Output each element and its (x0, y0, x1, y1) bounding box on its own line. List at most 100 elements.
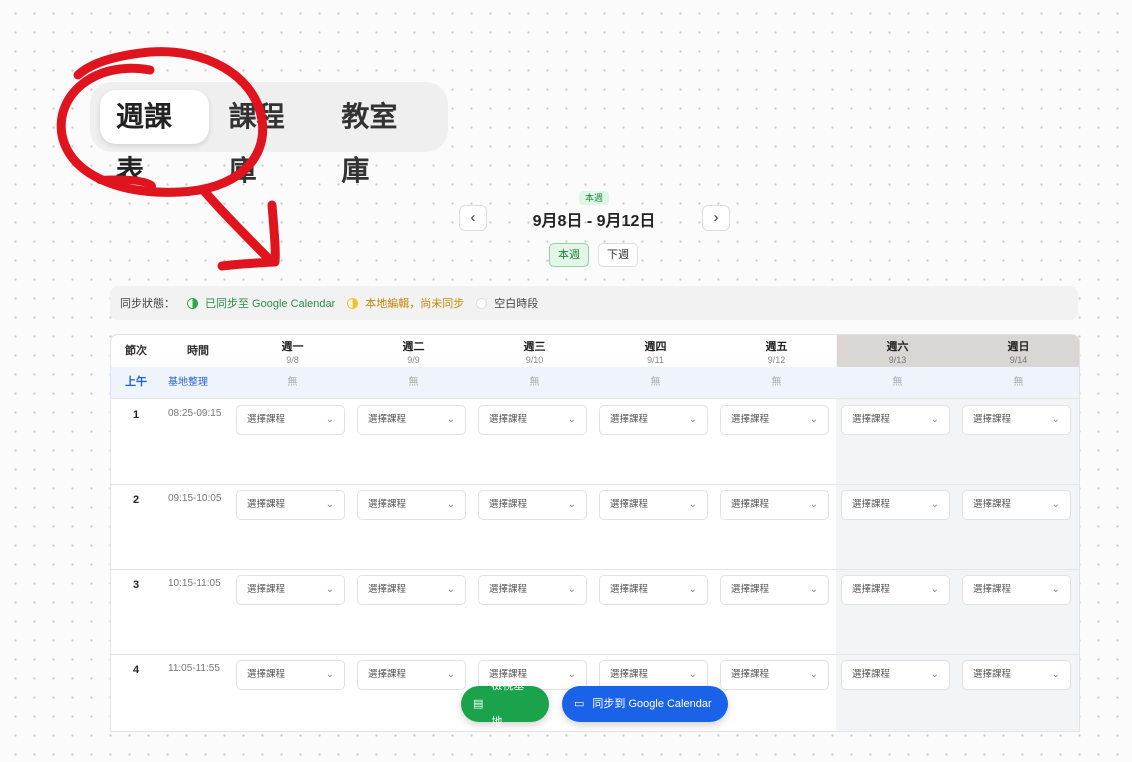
course-select-placeholder: 選擇課程 (489, 584, 528, 595)
current-week-badge: 本週 (579, 191, 609, 205)
course-select-placeholder: 選擇課程 (852, 669, 891, 680)
course-select[interactable]: 選擇課程 ⌄ (357, 490, 466, 520)
course-select[interactable]: 選擇課程 ⌄ (478, 490, 587, 520)
tab-weekly-schedule[interactable]: 週課表 (100, 90, 209, 186)
day-header: 週六 9/13 (837, 335, 958, 367)
morning-activity: 基地整理 (168, 377, 208, 388)
course-select-placeholder: 選擇課程 (610, 669, 649, 680)
time-column-header: 時間 (187, 345, 209, 357)
course-select[interactable]: 選擇課程 ⌄ (236, 490, 345, 520)
course-select-placeholder: 選擇課程 (610, 584, 649, 595)
chevron-down-icon: ⌄ (325, 584, 334, 595)
chevron-down-icon: ⌄ (325, 499, 334, 510)
course-select[interactable]: 選擇課程 ⌄ (236, 405, 345, 435)
sync-status-legend: 同步狀態： 已同步至 Google Calendar 本地編輯，尚未同步 空白時… (110, 286, 1078, 320)
chevron-down-icon: ⌄ (1051, 669, 1060, 680)
legend-synced-label: 已同步至 Google Calendar (205, 298, 336, 310)
course-select[interactable]: 選擇課程 ⌄ (357, 660, 466, 690)
course-select[interactable]: 選擇課程 ⌄ (841, 660, 950, 690)
tab-classroom-library[interactable]: 教室庫 (325, 90, 434, 186)
course-select[interactable]: 選擇課程 ⌄ (478, 405, 587, 435)
course-select[interactable]: 選擇課程 ⌄ (841, 575, 950, 605)
course-select[interactable]: 選擇課程 ⌄ (962, 575, 1071, 605)
sync-google-calendar-label: 同步到 Google Calendar (592, 698, 712, 710)
morning-row: 上午 基地整理 無 無 無 無 無 無 無 (111, 367, 1079, 399)
morning-none-cell: 無 (287, 377, 298, 388)
course-select[interactable]: 選擇課程 ⌄ (599, 575, 708, 605)
tab-course-library[interactable]: 課程庫 (213, 90, 322, 186)
course-select-placeholder: 選擇課程 (610, 414, 649, 425)
calendar-icon: ▭ (574, 698, 585, 710)
chevron-down-icon: ⌄ (809, 584, 818, 595)
course-select-placeholder: 選擇課程 (247, 669, 286, 680)
synced-status-icon (187, 297, 198, 309)
day-header: 週日 9/14 (958, 335, 1079, 367)
course-select-placeholder: 選擇課程 (247, 414, 286, 425)
course-select-placeholder: 選擇課程 (731, 414, 770, 425)
morning-none-cell: 無 (408, 377, 419, 388)
view-base-button[interactable]: ▤ 檢視基地 (461, 680, 549, 728)
course-select[interactable]: 選擇課程 ⌄ (599, 405, 708, 435)
course-select-placeholder: 選擇課程 (973, 669, 1012, 680)
course-select[interactable]: 選擇課程 ⌄ (357, 575, 466, 605)
morning-none-cell: 無 (771, 377, 782, 388)
period-number: 1 (133, 409, 140, 421)
morning-none-cell: 無 (892, 377, 903, 388)
next-week-quick-button[interactable]: 下週 (598, 243, 638, 267)
course-select[interactable]: 選擇課程 ⌄ (841, 405, 950, 435)
this-week-button[interactable]: 本週 (549, 243, 589, 267)
period-number: 2 (133, 494, 140, 506)
course-select[interactable]: 選擇課程 ⌄ (962, 405, 1071, 435)
course-select[interactable]: 選擇課程 ⌄ (962, 660, 1071, 690)
course-select[interactable]: 選擇課程 ⌄ (962, 490, 1071, 520)
annotation-arrow-shaft (200, 187, 273, 263)
prev-week-button[interactable]: ‹ (459, 205, 487, 231)
next-week-button[interactable]: › (702, 205, 730, 231)
course-select[interactable]: 選擇課程 ⌄ (720, 660, 829, 690)
empty-status-icon (476, 297, 488, 309)
sync-google-calendar-button[interactable]: ▭ 同步到 Google Calendar (562, 686, 728, 722)
chevron-down-icon: ⌄ (688, 414, 697, 425)
view-base-label: 檢視基地 (491, 680, 525, 728)
period-number: 4 (133, 664, 140, 676)
day-header: 週四 9/11 (595, 335, 716, 367)
period-row: 2 09:15-10:05 選擇課程 ⌄ 選擇課程 ⌄ 選擇課程 ⌄ 選擇課程 ⌄ 選擇課程 ⌄ 選擇課… (111, 484, 1079, 570)
course-select-placeholder: 選擇課程 (973, 584, 1012, 595)
course-select-placeholder: 選擇課程 (368, 499, 407, 510)
chevron-down-icon: ⌄ (446, 414, 455, 425)
annotation-arrow-head (217, 200, 280, 271)
morning-label: 上午 (125, 376, 147, 388)
chevron-down-icon: ⌄ (930, 414, 939, 425)
course-select[interactable]: 選擇課程 ⌄ (720, 490, 829, 520)
day-header: 週一 9/8 (232, 335, 353, 367)
course-select[interactable]: 選擇課程 ⌄ (720, 575, 829, 605)
day-name: 週四 (644, 341, 667, 353)
course-select[interactable]: 選擇課程 ⌄ (236, 575, 345, 605)
course-select-placeholder: 選擇課程 (731, 584, 770, 595)
course-select[interactable]: 選擇課程 ⌄ (478, 575, 587, 605)
period-number: 3 (133, 579, 140, 591)
course-select[interactable]: 選擇課程 ⌄ (841, 490, 950, 520)
chevron-down-icon: ⌄ (567, 414, 576, 425)
chevron-down-icon: ⌄ (930, 584, 939, 595)
chevron-right-icon: › (713, 209, 719, 226)
chevron-left-icon: ‹ (470, 209, 476, 226)
chevron-down-icon: ⌄ (809, 414, 818, 425)
course-select-placeholder: 選擇課程 (368, 669, 407, 680)
period-column-header: 節次 (125, 345, 147, 357)
course-select[interactable]: 選擇課程 ⌄ (357, 405, 466, 435)
chevron-down-icon: ⌄ (325, 414, 334, 425)
period-row: 3 10:15-11:05 選擇課程 ⌄ 選擇課程 ⌄ 選擇課程 ⌄ 選擇課程 ⌄ 選擇課程 ⌄ 選擇課… (111, 569, 1079, 655)
course-select[interactable]: 選擇課程 ⌄ (236, 660, 345, 690)
period-time: 10:15-11:05 (168, 578, 221, 589)
building-icon: ▤ (473, 698, 484, 710)
course-select-placeholder: 選擇課程 (368, 584, 407, 595)
chevron-down-icon: ⌄ (446, 669, 455, 680)
course-select[interactable]: 選擇課程 ⌄ (720, 405, 829, 435)
view-tabs: 週課表 課程庫 教室庫 (90, 82, 448, 186)
chevron-down-icon: ⌄ (567, 669, 576, 680)
course-select-placeholder: 選擇課程 (852, 414, 891, 425)
course-select-placeholder: 選擇課程 (973, 499, 1012, 510)
chevron-down-icon: ⌄ (567, 499, 576, 510)
course-select[interactable]: 選擇課程 ⌄ (599, 490, 708, 520)
